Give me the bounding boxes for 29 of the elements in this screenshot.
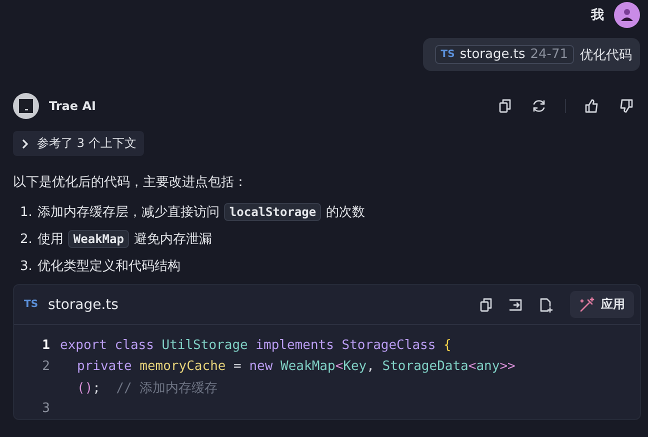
thumbs-down-icon[interactable] <box>618 98 634 114</box>
thumbs-up-icon[interactable] <box>584 98 600 114</box>
list-item: 2. 使用 WeakMap 避免内存泄漏 <box>20 230 213 248</box>
new-file-icon[interactable] <box>538 296 554 312</box>
line-number: 1 <box>41 338 51 353</box>
language-label: TS <box>24 299 38 310</box>
code-line: export class UtilStorage implements StorageClass { <box>60 338 452 353</box>
insert-icon[interactable] <box>508 296 524 312</box>
file-name: storage.ts <box>48 296 120 312</box>
context-toggle[interactable]: 参考了 3 个上下文 <box>13 131 144 156</box>
file-reference-chip[interactable]: TS storage.ts 24-71 <box>434 45 574 64</box>
magic-wand-icon <box>579 296 595 312</box>
list-item: 1. 添加内存缓存层，减少直接访问 localStorage 的次数 <box>20 203 366 221</box>
list-item: 3. 优化类型定义和代码结构 <box>20 258 182 275</box>
apply-button[interactable]: 应用 <box>570 291 634 318</box>
user-avatar <box>614 2 640 28</box>
assistant-name: Trae AI <box>49 99 97 113</box>
code-line: private memoryCache = new WeakMap<Key, StorageData<any>> <box>76 359 516 374</box>
copy-icon[interactable] <box>478 296 494 312</box>
message-text: 优化代码 <box>580 46 632 64</box>
line-number: 2 <box>41 359 51 374</box>
refresh-icon[interactable] <box>531 98 547 114</box>
copy-icon[interactable] <box>497 98 513 114</box>
code-line: (); // 添加内存缓存 <box>76 380 218 396</box>
user-name: 我 <box>591 7 604 24</box>
intro-text: 以下是优化后的代码，主要改进点包括： <box>13 174 248 191</box>
assistant-avatar <box>13 93 39 119</box>
chevron-icon <box>21 138 29 148</box>
line-number: 3 <box>41 401 51 416</box>
